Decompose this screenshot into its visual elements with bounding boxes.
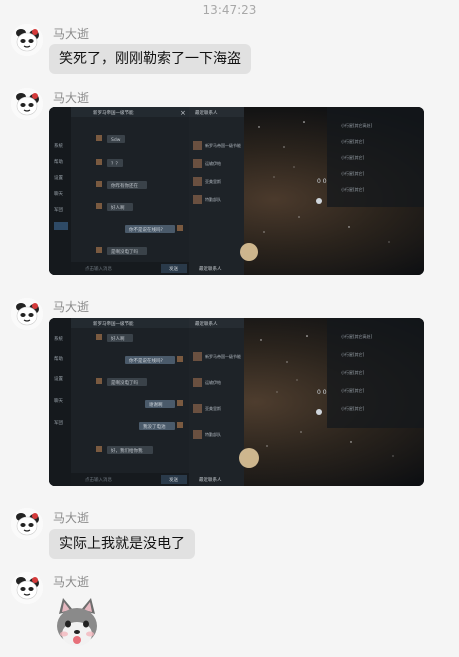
game-contacts-header: 最近联系人 [195, 320, 218, 327]
message-bubble-text[interactable]: 实际上我就是没电了 [49, 529, 195, 559]
sender-name: 马大逝 [53, 575, 90, 589]
game-msg: 我没了电池 [143, 423, 166, 430]
svg-text:系统: 系统 [54, 142, 63, 149]
panda-avatar-icon [11, 298, 43, 330]
game-right-item: 小行星[其它] [341, 369, 365, 375]
game-right-item: 小行星[其它] [341, 170, 365, 176]
game-ship-counter: 0 0 [317, 178, 327, 185]
game-right-item: 小行星[其它] [341, 154, 365, 160]
sender-name: 马大逝 [53, 27, 90, 41]
game-input-placeholder: 点击输入消息 [85, 265, 112, 272]
game-right-item: 小行星[其它] [341, 138, 365, 144]
game-right-item: 小行星[其它] [341, 387, 365, 393]
sender-name: 马大逝 [53, 300, 90, 314]
svg-text:设置: 设置 [54, 174, 63, 181]
game-contact: 新罗马帝国一级节能 [205, 142, 241, 148]
svg-text:帮助: 帮助 [54, 158, 63, 165]
svg-text:帮助: 帮助 [54, 355, 63, 362]
game-contacts-header: 最近联系人 [195, 109, 218, 116]
svg-text:军团: 军团 [54, 420, 63, 426]
game-contact: 新罗马帝国一级节能 [205, 353, 241, 359]
sender-name: 马大逝 [53, 511, 90, 525]
sender-avatar[interactable] [11, 572, 43, 604]
game-msg: 谢谢啊 [149, 401, 163, 408]
game-contact: 亚美里斯 [205, 178, 221, 184]
svg-text:军团: 军团 [54, 207, 63, 213]
game-msg: 好，我们给你我 [111, 447, 143, 454]
svg-text:聊天: 聊天 [54, 397, 63, 404]
game-right-item: 小行星[其它高处] [341, 122, 373, 128]
game-input-placeholder: 点击输入消息 [85, 476, 112, 483]
game-contact: 亚美里斯 [205, 405, 221, 411]
game-ship-counter: 0 0 [317, 389, 327, 396]
image-message-screenshot[interactable]: 系统帮助设置聊天军团 新罗马帝国一级节能 好人啊 你不是说在线吗? 是啊没电了吗… [49, 318, 424, 486]
game-msg: ？？ [111, 161, 120, 167]
sender-avatar[interactable] [11, 88, 43, 120]
panda-avatar-icon [11, 24, 43, 56]
game-contacts-footer: 最近联系人 [199, 265, 222, 272]
game-right-item: 小行星[其它] [341, 186, 365, 192]
game-contact: 运输伊帕 [205, 379, 221, 385]
game-contact: 特勤部队 [205, 196, 221, 202]
panda-avatar-icon [11, 508, 43, 540]
shiba-dog-sticker-icon [57, 598, 97, 646]
game-msg: 是啊没电了吗 [111, 379, 138, 386]
game-send-button: 发送 [169, 476, 178, 483]
game-msg: 是啊没电了吗 [111, 248, 138, 255]
dog-sticker-message[interactable] [49, 594, 105, 650]
game-contacts-footer: 最近联系人 [199, 476, 222, 483]
game-right-item: 小行星[其它] [341, 351, 365, 357]
sender-name: 马大逝 [53, 91, 90, 105]
game-right-item: 小行星[其它] [341, 405, 365, 411]
game-right-item: 小行星[其它高处] [341, 333, 373, 339]
svg-text:聊天: 聊天 [54, 190, 63, 197]
panda-avatar-icon [11, 88, 43, 120]
svg-text:系统: 系统 [54, 335, 63, 342]
game-contact: 特勤部队 [205, 431, 221, 437]
game-msg: 你咋有你还在 [111, 182, 138, 189]
game-contact: 运输伊帕 [205, 160, 221, 166]
message-bubble-text[interactable]: 笑死了，刚刚勒索了一下海盗 [49, 44, 251, 74]
game-msg: 你不是说在线吗? [129, 226, 163, 233]
game-msg: 好人啊 [111, 335, 125, 342]
game-send-button: 发送 [169, 265, 178, 272]
sender-avatar[interactable] [11, 24, 43, 56]
sender-avatar[interactable] [11, 508, 43, 540]
panda-avatar-icon [11, 572, 43, 604]
message-timestamp: 13:47:23 [202, 3, 257, 17]
image-message-screenshot[interactable]: 系统帮助设置聊天军团 新罗马帝国一级节能 × Sdw ？？ 你咋有你还在 好人啊… [49, 107, 424, 275]
svg-text:设置: 设置 [54, 375, 63, 382]
svg-text:×: × [180, 109, 186, 117]
game-chat-title: 新罗马帝国一级节能 [93, 320, 134, 327]
game-chat-title: 新罗马帝国一级节能 [93, 109, 134, 116]
game-msg: 你不是说在线吗? [129, 357, 163, 364]
game-msg: 好人啊 [111, 204, 125, 211]
game-msg: Sdw [111, 137, 121, 143]
sender-avatar[interactable] [11, 298, 43, 330]
